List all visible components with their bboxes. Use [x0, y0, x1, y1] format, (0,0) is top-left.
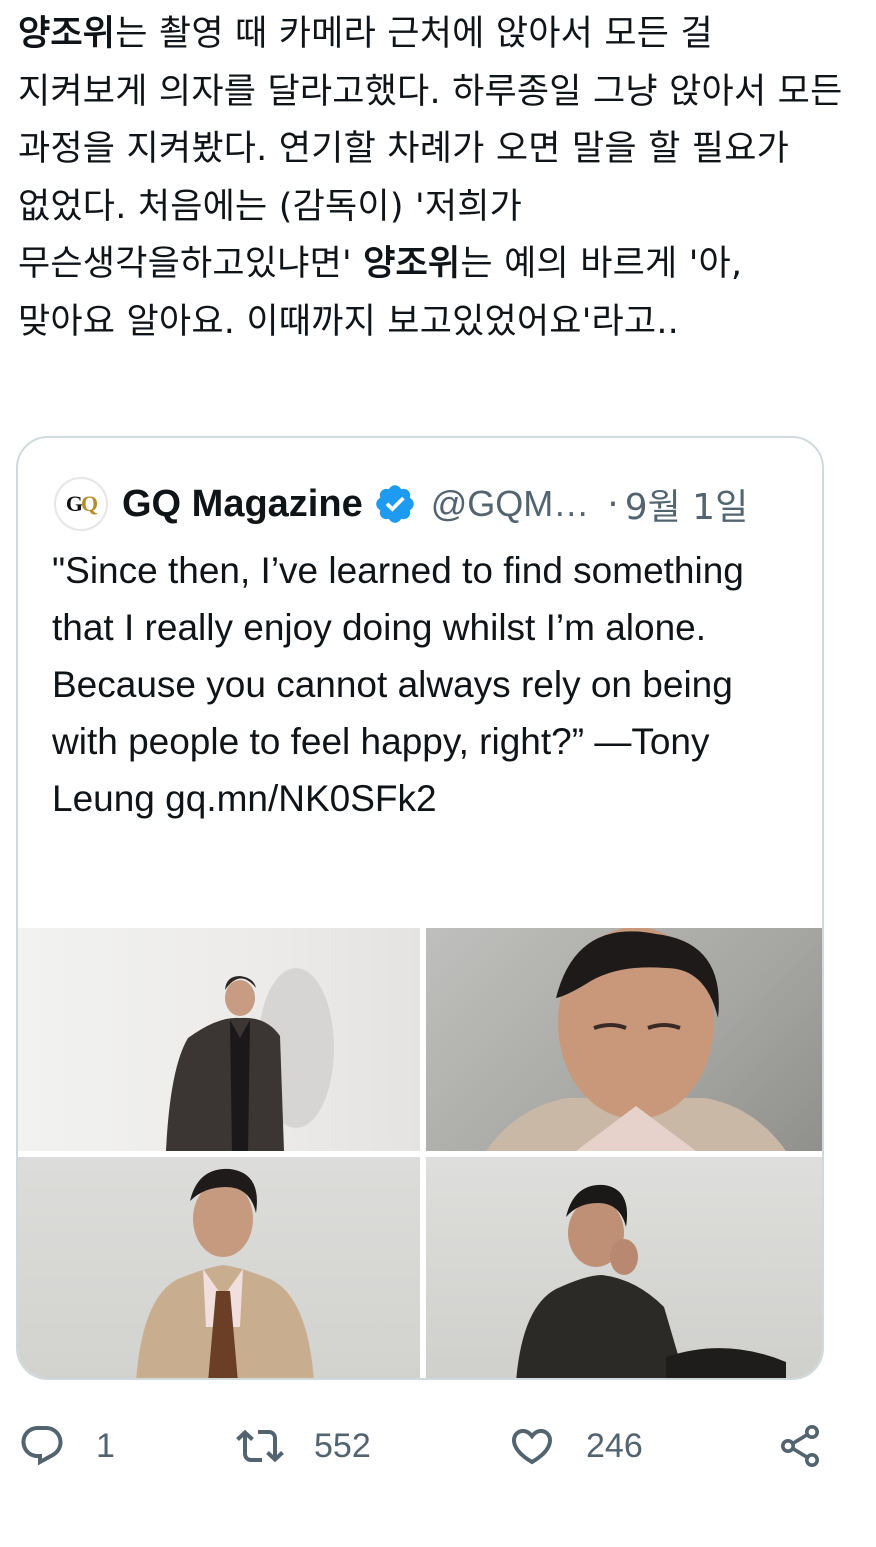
reply-count: 1	[96, 1426, 115, 1465]
like-count: 246	[586, 1426, 643, 1465]
reply-icon	[21, 1426, 63, 1466]
tweet-actions: 1 552 246	[0, 1408, 876, 1488]
share-icon	[781, 1425, 819, 1467]
retweet-icon	[236, 1429, 284, 1463]
gq-avatar[interactable]: GQ	[54, 477, 108, 531]
avatar-q: Q	[81, 491, 98, 516]
quoted-author-name[interactable]: GQ Magazine	[122, 483, 363, 526]
photo-3-illustration	[136, 1168, 314, 1378]
separator-dot: ·	[607, 483, 619, 525]
photo-2-illustration	[486, 928, 786, 1151]
avatar-g: G	[65, 491, 83, 516]
reply-button[interactable]: 1	[18, 1408, 115, 1484]
photo-4[interactable]	[426, 1157, 822, 1378]
photo-grid	[18, 928, 822, 1378]
like-button[interactable]: 246	[508, 1408, 643, 1484]
photo-2[interactable]	[426, 928, 822, 1151]
photo-1-illustration	[166, 968, 334, 1151]
tweet-text: 양조위는 촬영 때 카메라 근처에 앉아서 모든 걸 지켜보게 의자를 달라고했…	[18, 6, 848, 351]
quoted-tweet-date[interactable]: 9월 1일	[625, 478, 749, 530]
photo-3[interactable]	[18, 1157, 420, 1378]
quoted-tweet-header: GQ GQ Magazine @GQM… · 9월 1일	[54, 476, 748, 532]
share-button[interactable]	[776, 1408, 824, 1484]
photo-1[interactable]	[18, 928, 420, 1151]
tweet-name-mention: 양조위	[18, 14, 116, 54]
quoted-tweet-text: "Since then, I’ve learned to find someth…	[52, 550, 744, 819]
photo-4-illustration	[516, 1184, 786, 1378]
retweet-button[interactable]: 552	[236, 1408, 371, 1484]
tweet-name-mention-2: 양조위	[363, 244, 461, 284]
retweet-count: 552	[314, 1426, 371, 1465]
quoted-author-handle[interactable]: @GQM…	[431, 483, 590, 525]
verified-icon	[375, 485, 414, 523]
quoted-tweet-card[interactable]: GQ GQ Magazine @GQM… · 9월 1일 "Since then…	[16, 436, 824, 1380]
like-icon	[511, 1429, 553, 1465]
